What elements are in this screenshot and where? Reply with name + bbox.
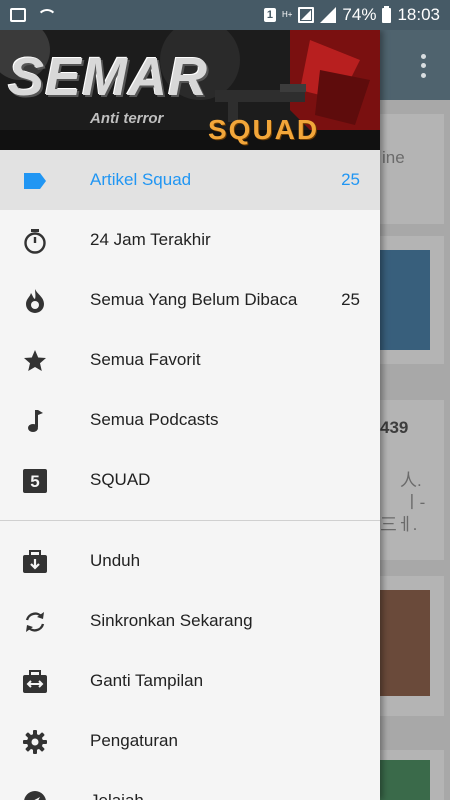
background-thumbnail — [378, 760, 430, 800]
star-icon — [22, 348, 48, 374]
header-subtitle: Anti terror — [90, 110, 164, 127]
download-briefcase-icon — [22, 549, 48, 575]
swap-view-icon — [22, 669, 48, 695]
menu-item-label: SQUAD — [90, 470, 151, 489]
menu-item-label: Semua Yang Belum Dibaca — [90, 290, 298, 309]
gear-icon — [22, 729, 48, 755]
menu-item-artikel-squad[interactable]: Artikel Squad 25 — [0, 150, 380, 210]
overflow-menu-icon[interactable] — [414, 52, 432, 80]
flame-icon — [22, 288, 48, 314]
menu-item-semua-belum-dibaca[interactable]: Semua Yang Belum Dibaca 25 — [0, 270, 380, 330]
menu-item-sinkronkan[interactable]: Sinkronkan Sekarang — [0, 591, 380, 651]
background-thumbnail — [378, 250, 430, 350]
menu-item-label: Jelajah — [90, 791, 144, 800]
header-title: SEMAR — [8, 47, 209, 107]
signal-strength-icon — [320, 7, 337, 23]
status-bar: 1 H+ 74% 18:03 — [0, 0, 450, 30]
menu-item-label: Semua Podcasts — [90, 410, 219, 429]
drawer-header: SEMAR Anti terror SQUAD — [0, 30, 380, 150]
menu-item-label: Pengaturan — [90, 731, 178, 750]
navigation-drawer: SEMAR Anti terror SQUAD Artikel Squad 25… — [0, 30, 380, 800]
background-thumbnail — [378, 590, 430, 696]
image-notification-icon — [10, 8, 26, 22]
sync-icon — [22, 609, 48, 635]
label-tag-icon — [22, 168, 48, 194]
menu-item-pengaturan[interactable]: Pengaturan — [0, 711, 380, 771]
menu-item-label: Ganti Tampilan — [90, 671, 204, 690]
menu-item-label: Artikel Squad — [90, 170, 192, 189]
background-text: 三ㅔ. — [380, 515, 418, 534]
menu-item-ganti-tampilan[interactable]: Ganti Tampilan — [0, 651, 380, 711]
menu-item-squad[interactable]: 5 SQUAD — [0, 450, 380, 510]
background-text: 439 — [380, 418, 409, 437]
signal-icon — [298, 7, 315, 23]
timer-icon — [22, 228, 48, 254]
wifi-icon — [36, 8, 57, 22]
battery-percent: 74% — [342, 5, 377, 24]
menu-item-unduh[interactable]: Unduh — [0, 531, 380, 591]
menu-item-label: Unduh — [90, 551, 141, 570]
menu-item-label: 24 Jam Terakhir — [90, 230, 211, 249]
battery-icon — [382, 5, 392, 23]
sim-badge: 1 — [263, 8, 276, 22]
unread-count: 25 — [341, 170, 360, 189]
unread-count: 25 — [341, 290, 360, 309]
network-type: H+ — [281, 10, 293, 19]
menu-item-label: Sinkronkan Sekarang — [90, 611, 253, 630]
menu-item-label: Semua Favorit — [90, 350, 201, 369]
menu-item-24-jam-terakhir[interactable]: 24 Jam Terakhir — [0, 210, 380, 270]
music-note-icon — [22, 408, 48, 434]
compass-icon — [22, 789, 48, 800]
menu-divider — [0, 520, 380, 521]
clock: 18:03 — [397, 5, 440, 24]
background-text: ine — [382, 148, 405, 167]
menu-item-semua-favorit[interactable]: Semua Favorit — [0, 330, 380, 390]
menu-item-jelajah[interactable]: Jelajah — [0, 771, 380, 800]
header-brand: SQUAD — [208, 114, 320, 145]
svg-text:5: 5 — [30, 472, 39, 491]
number-5-icon: 5 — [22, 468, 48, 494]
menu-item-semua-podcasts[interactable]: Semua Podcasts — [0, 390, 380, 450]
